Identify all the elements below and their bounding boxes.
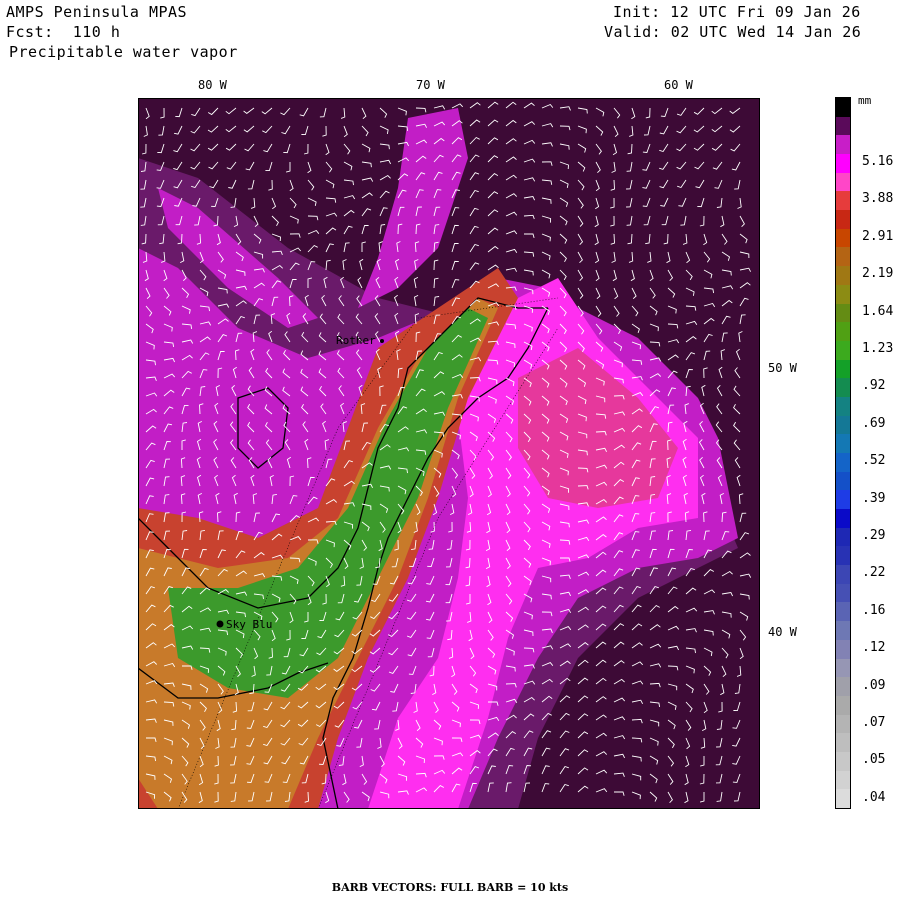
colorbar-segment <box>836 340 850 360</box>
colorbar-label: 5.16 <box>862 154 894 169</box>
field-name: Precipitable water vapor <box>9 43 238 61</box>
colorbar-segment <box>836 172 850 192</box>
lon-label-40w: 40 W <box>768 625 797 639</box>
colorbar-label: .92 <box>862 378 886 394</box>
colorbar-label: 1.64 <box>862 303 894 319</box>
colorbar-label: .09 <box>862 677 886 693</box>
colorbar-label: 2.19 <box>862 266 894 282</box>
station-marker-rother <box>380 339 384 343</box>
colorbar-label: .12 <box>862 640 886 656</box>
colorbar-label: .69 <box>862 415 886 431</box>
station-label-rother: Rother <box>336 334 376 347</box>
colorbar-segment <box>836 658 850 678</box>
colorbar-unit: mm <box>858 94 872 107</box>
model-title: AMPS Peninsula MPAS <box>6 3 188 21</box>
colorbar-segment <box>836 266 850 286</box>
colorbar-segment <box>836 471 850 491</box>
colorbar-segment <box>836 789 850 809</box>
valid-time: Valid: 02 UTC Wed 14 Jan 26 <box>604 23 862 41</box>
colorbar-label: 1.23 <box>862 341 894 356</box>
colorbar-segment <box>836 154 850 174</box>
colorbar-label: .07 <box>862 715 886 730</box>
colorbar-segment <box>836 602 850 622</box>
colorbar-label: .39 <box>862 490 886 506</box>
lon-label-70w: 70 W <box>416 78 445 92</box>
station-label-sky-blu: Sky Blu <box>226 618 272 631</box>
colorbar-segment <box>836 751 850 771</box>
forecast-hour: Fcst: 110 h <box>6 23 121 41</box>
colorbar-segment <box>836 284 850 304</box>
precipitable-water-map: Rother Sky Blu <box>138 98 760 809</box>
colorbar-label: 2.91 <box>862 228 894 244</box>
colorbar-segment <box>836 135 850 155</box>
colorbar-segment <box>836 415 850 435</box>
map-panel: Rother Sky Blu <box>138 98 760 809</box>
colorbar-segment <box>836 453 850 472</box>
colorbar-segment <box>836 303 850 323</box>
colorbar-segment <box>836 583 850 603</box>
colorbar-label: 3.88 <box>862 191 894 207</box>
lon-label-50w: 50 W <box>768 361 797 375</box>
colorbar-segment <box>836 116 850 136</box>
colorbar-label: .16 <box>862 602 886 618</box>
colorbar-segment <box>836 695 850 715</box>
init-time: Init: 12 UTC Fri 09 Jan 26 <box>613 3 861 21</box>
colorbar-segment <box>836 621 850 641</box>
colorbar-segment <box>836 191 850 211</box>
station-marker-sky-blu <box>216 620 224 628</box>
colorbar-label: .04 <box>862 789 886 805</box>
colorbar-segment <box>836 770 850 790</box>
colorbar-segment <box>836 546 850 566</box>
colorbar-segment <box>836 434 850 454</box>
colorbar-label: .29 <box>862 528 886 543</box>
colorbar-segment <box>836 714 850 734</box>
colorbar-label: .05 <box>862 752 886 768</box>
colorbar <box>835 97 851 809</box>
colorbar-segment <box>836 396 850 416</box>
colorbar-segment <box>836 639 850 659</box>
colorbar-segment <box>836 210 850 230</box>
colorbar-segment <box>836 228 850 248</box>
colorbar-segment <box>836 247 850 267</box>
lon-label-80w: 80 W <box>198 78 227 92</box>
barb-legend: BARB VECTORS: FULL BARB = 10 kts <box>331 881 569 894</box>
colorbar-segment <box>836 527 850 547</box>
colorbar-segment <box>836 677 850 697</box>
colorbar-segment <box>836 565 850 585</box>
colorbar-segment <box>836 322 850 342</box>
colorbar-segment <box>836 359 850 379</box>
colorbar-label: .22 <box>862 565 886 581</box>
colorbar-segment <box>836 490 850 510</box>
colorbar-segment <box>836 509 850 529</box>
colorbar-segment <box>836 733 850 753</box>
lon-label-60w: 60 W <box>664 78 693 92</box>
colorbar-segment <box>836 378 850 398</box>
colorbar-label: .52 <box>862 453 886 469</box>
colorbar-segment <box>836 98 850 117</box>
